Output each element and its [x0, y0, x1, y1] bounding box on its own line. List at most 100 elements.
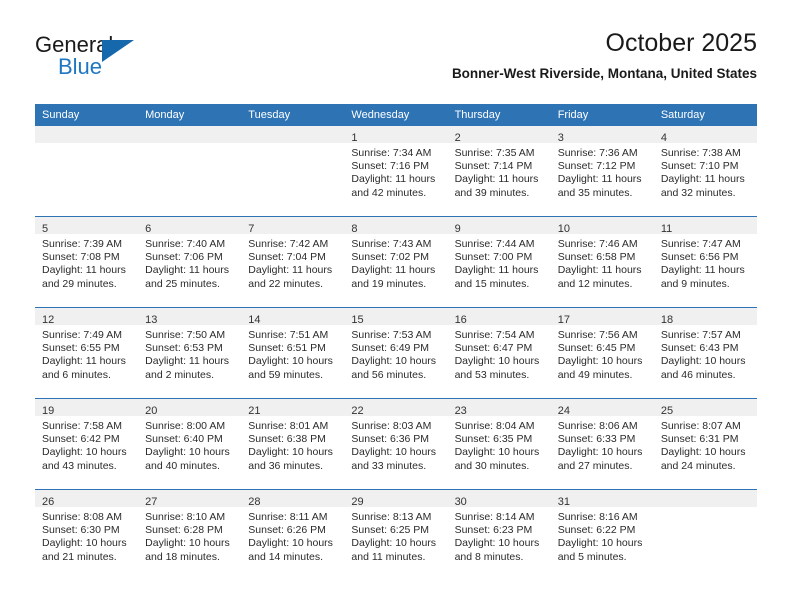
daylight-text-line1: Daylight: 11 hours — [42, 355, 126, 368]
day-number-band: 25 — [653, 399, 757, 417]
calendar-day-cell[interactable]: 18 Sunrise: 7:57 AM Sunset: 6:43 PM Dayligh… — [653, 307, 757, 399]
day-detail-block: Sunrise: 7:46 AM Sunset: 6:58 PM Daylight:… — [551, 234, 654, 291]
day-number-band: 2 — [447, 126, 551, 144]
page-subtitle-location: Bonner-West Riverside, Montana, United S… — [451, 66, 757, 81]
sunset-text: Sunset: 6:40 PM — [145, 433, 223, 446]
day-number: 8 — [351, 223, 358, 235]
day-number: 10 — [557, 223, 570, 235]
brand-name-blue: Blue — [58, 54, 103, 79]
calendar-day-cell[interactable]: 8 Sunrise: 7:43 AM Sunset: 7:02 PM Daylight… — [344, 216, 448, 308]
day-number: 28 — [248, 496, 261, 508]
day-number-band: 15 — [344, 308, 448, 326]
daylight-text-line1: Daylight: 11 hours — [351, 264, 436, 277]
calendar-day-cell[interactable]: 1 Sunrise: 7:34 AM Sunset: 7:16 PM Daylight… — [344, 126, 448, 217]
day-number: 16 — [454, 314, 467, 326]
daylight-text-line1: Daylight: 10 hours — [351, 537, 437, 550]
daylight-text-line1: Daylight: 10 hours — [145, 537, 230, 550]
sunrise-text: Sunrise: 7:36 AM — [557, 147, 638, 159]
calendar-day-cell[interactable]: 27 Sunrise: 8:10 AM Sunset: 6:28 PM Dayligh… — [138, 489, 242, 580]
day-number: 29 — [351, 496, 364, 508]
daylight-text-line1: Daylight: 11 hours — [660, 173, 745, 186]
day-number-band — [138, 126, 242, 143]
day-number-band: 12 — [35, 308, 139, 326]
day-number: 27 — [145, 496, 158, 508]
calendar-day-cell[interactable]: 10 Sunrise: 7:46 AM Sunset: 6:58 PM Dayligh… — [550, 216, 654, 308]
sunrise-text: Sunrise: 7:42 AM — [248, 238, 329, 250]
day-detail-block: Sunrise: 8:06 AM Sunset: 6:33 PM Daylight:… — [551, 416, 654, 473]
sunrise-text: Sunrise: 7:40 AM — [145, 238, 226, 250]
day-number-band: 16 — [447, 308, 551, 326]
day-number-band: 21 — [241, 399, 345, 417]
calendar-day-cell[interactable]: 7 Sunrise: 7:42 AM Sunset: 7:04 PM Daylight… — [241, 216, 345, 308]
day-number-band: 11 — [653, 217, 757, 235]
daylight-text-line1: Daylight: 10 hours — [248, 446, 333, 459]
calendar-day-cell[interactable]: 5 Sunrise: 7:39 AM Sunset: 7:08 PM Daylight… — [35, 216, 139, 308]
day-detail-block: Sunrise: 7:42 AM Sunset: 7:04 PM Daylight:… — [241, 234, 344, 291]
day-detail-block: Sunrise: 7:58 AM Sunset: 6:42 PM Daylight:… — [35, 416, 138, 473]
calendar-day-cell[interactable]: 9 Sunrise: 7:44 AM Sunset: 7:00 PM Daylight… — [447, 216, 551, 308]
day-detail-block: Sunrise: 7:34 AM Sunset: 7:16 PM Daylight:… — [344, 143, 447, 200]
calendar-day-cell[interactable]: 14 Sunrise: 7:51 AM Sunset: 6:51 PM Dayligh… — [241, 307, 345, 399]
sunset-text: Sunset: 6:49 PM — [351, 342, 430, 355]
calendar-day-cell[interactable]: 11 Sunrise: 7:47 AM Sunset: 6:56 PM Dayligh… — [653, 216, 757, 308]
calendar-day-cell[interactable]: 20 Sunrise: 8:00 AM Sunset: 6:40 PM Dayligh… — [138, 398, 242, 490]
calendar-day-cell[interactable]: 6 Sunrise: 7:40 AM Sunset: 7:06 PM Daylight… — [138, 216, 242, 308]
day-detail-block: Sunrise: 8:10 AM Sunset: 6:28 PM Daylight:… — [138, 507, 241, 564]
day-detail-block: Sunrise: 7:56 AM Sunset: 6:45 PM Daylight:… — [551, 325, 654, 382]
calendar-day-cell[interactable]: 28 Sunrise: 8:11 AM Sunset: 6:26 PM Dayligh… — [241, 489, 345, 580]
day-detail-block: Sunrise: 7:39 AM Sunset: 7:08 PM Daylight:… — [35, 234, 138, 291]
daylight-text-line1: Daylight: 10 hours — [42, 537, 127, 550]
calendar-day-cell[interactable]: 22 Sunrise: 8:03 AM Sunset: 6:36 PM Dayligh… — [344, 398, 448, 490]
calendar-day-cell[interactable]: 19 Sunrise: 7:58 AM Sunset: 6:42 PM Dayligh… — [35, 398, 139, 490]
brand-logo[interactable]: General Blue — [35, 32, 235, 82]
day-number-band — [241, 126, 345, 143]
calendar-day-cell[interactable]: 23 Sunrise: 8:04 AM Sunset: 6:35 PM Dayligh… — [447, 398, 551, 490]
calendar-day-cell[interactable]: 29 Sunrise: 8:13 AM Sunset: 6:25 PM Dayligh… — [344, 489, 448, 580]
daylight-text-line1: Daylight: 10 hours — [557, 355, 643, 368]
day-detail-block: Sunrise: 7:40 AM Sunset: 7:06 PM Daylight:… — [138, 234, 241, 291]
sunrise-text: Sunrise: 7:49 AM — [42, 329, 122, 341]
calendar-day-cell[interactable]: 26 Sunrise: 8:08 AM Sunset: 6:30 PM Dayligh… — [35, 489, 139, 580]
calendar-day-cell[interactable]: 12 Sunrise: 7:49 AM Sunset: 6:55 PM Dayligh… — [35, 307, 139, 399]
calendar-day-cell[interactable]: 24 Sunrise: 8:06 AM Sunset: 6:33 PM Dayligh… — [550, 398, 654, 490]
day-number-band: 10 — [550, 217, 654, 235]
calendar-day-cell[interactable]: 16 Sunrise: 7:54 AM Sunset: 6:47 PM Dayligh… — [447, 307, 551, 399]
sunset-text: Sunset: 7:10 PM — [660, 160, 739, 173]
sunrise-text: Sunrise: 7:34 AM — [351, 147, 432, 159]
sunrise-text: Sunrise: 7:58 AM — [42, 420, 122, 432]
calendar-day-cell[interactable]: 13 Sunrise: 7:50 AM Sunset: 6:53 PM Dayligh… — [138, 307, 242, 399]
calendar-day-cell[interactable]: 31 Sunrise: 8:16 AM Sunset: 6:22 PM Dayligh… — [550, 489, 654, 580]
calendar-day-cell-empty — [35, 126, 139, 217]
day-number-band: 31 — [550, 490, 654, 508]
weekday-header-monday: Monday — [138, 104, 242, 126]
calendar-day-cell[interactable]: 2 Sunrise: 7:35 AM Sunset: 7:14 PM Daylight… — [447, 126, 551, 217]
calendar-day-cell[interactable]: 15 Sunrise: 7:53 AM Sunset: 6:49 PM Dayligh… — [344, 307, 448, 399]
day-detail-block: Sunrise: 7:43 AM Sunset: 7:02 PM Daylight:… — [344, 234, 447, 291]
day-number-band — [35, 126, 139, 143]
day-detail-block: Sunrise: 8:04 AM Sunset: 6:35 PM Daylight:… — [448, 416, 551, 473]
calendar-day-cell[interactable]: 4 Sunrise: 7:38 AM Sunset: 7:10 PM Daylight… — [653, 126, 757, 217]
day-number: 1 — [351, 132, 358, 144]
daylight-text-line1: Daylight: 10 hours — [145, 446, 230, 459]
sunset-text: Sunset: 7:14 PM — [454, 160, 533, 173]
sunset-text: Sunset: 6:25 PM — [351, 524, 430, 537]
daylight-text-line1: Daylight: 10 hours — [660, 446, 746, 459]
calendar-day-cell[interactable]: 21 Sunrise: 8:01 AM Sunset: 6:38 PM Dayligh… — [241, 398, 345, 490]
sunset-text: Sunset: 7:08 PM — [42, 251, 120, 264]
sunset-text: Sunset: 6:45 PM — [557, 342, 636, 355]
calendar-day-cell-empty — [241, 126, 345, 217]
daylight-text-line2: and 30 minutes. — [454, 459, 530, 472]
sunrise-text: Sunrise: 7:47 AM — [660, 238, 741, 250]
day-number: 26 — [42, 496, 55, 508]
sunset-text: Sunset: 7:00 PM — [454, 251, 533, 264]
daylight-text-line1: Daylight: 10 hours — [248, 355, 333, 368]
calendar-day-cell[interactable]: 30 Sunrise: 8:14 AM Sunset: 6:23 PM Dayligh… — [447, 489, 551, 580]
calendar-day-cell[interactable]: 17 Sunrise: 7:56 AM Sunset: 6:45 PM Dayligh… — [550, 307, 654, 399]
day-number-band: 28 — [241, 490, 345, 508]
calendar-day-cell[interactable]: 3 Sunrise: 7:36 AM Sunset: 7:12 PM Daylight… — [550, 126, 654, 217]
calendar-day-cell[interactable]: 25 Sunrise: 8:07 AM Sunset: 6:31 PM Dayligh… — [653, 398, 757, 490]
daylight-text-line1: Daylight: 11 hours — [145, 355, 229, 368]
daylight-text-line2: and 18 minutes. — [145, 550, 220, 563]
day-number-band: 13 — [138, 308, 242, 326]
sunrise-text: Sunrise: 7:56 AM — [557, 329, 638, 341]
